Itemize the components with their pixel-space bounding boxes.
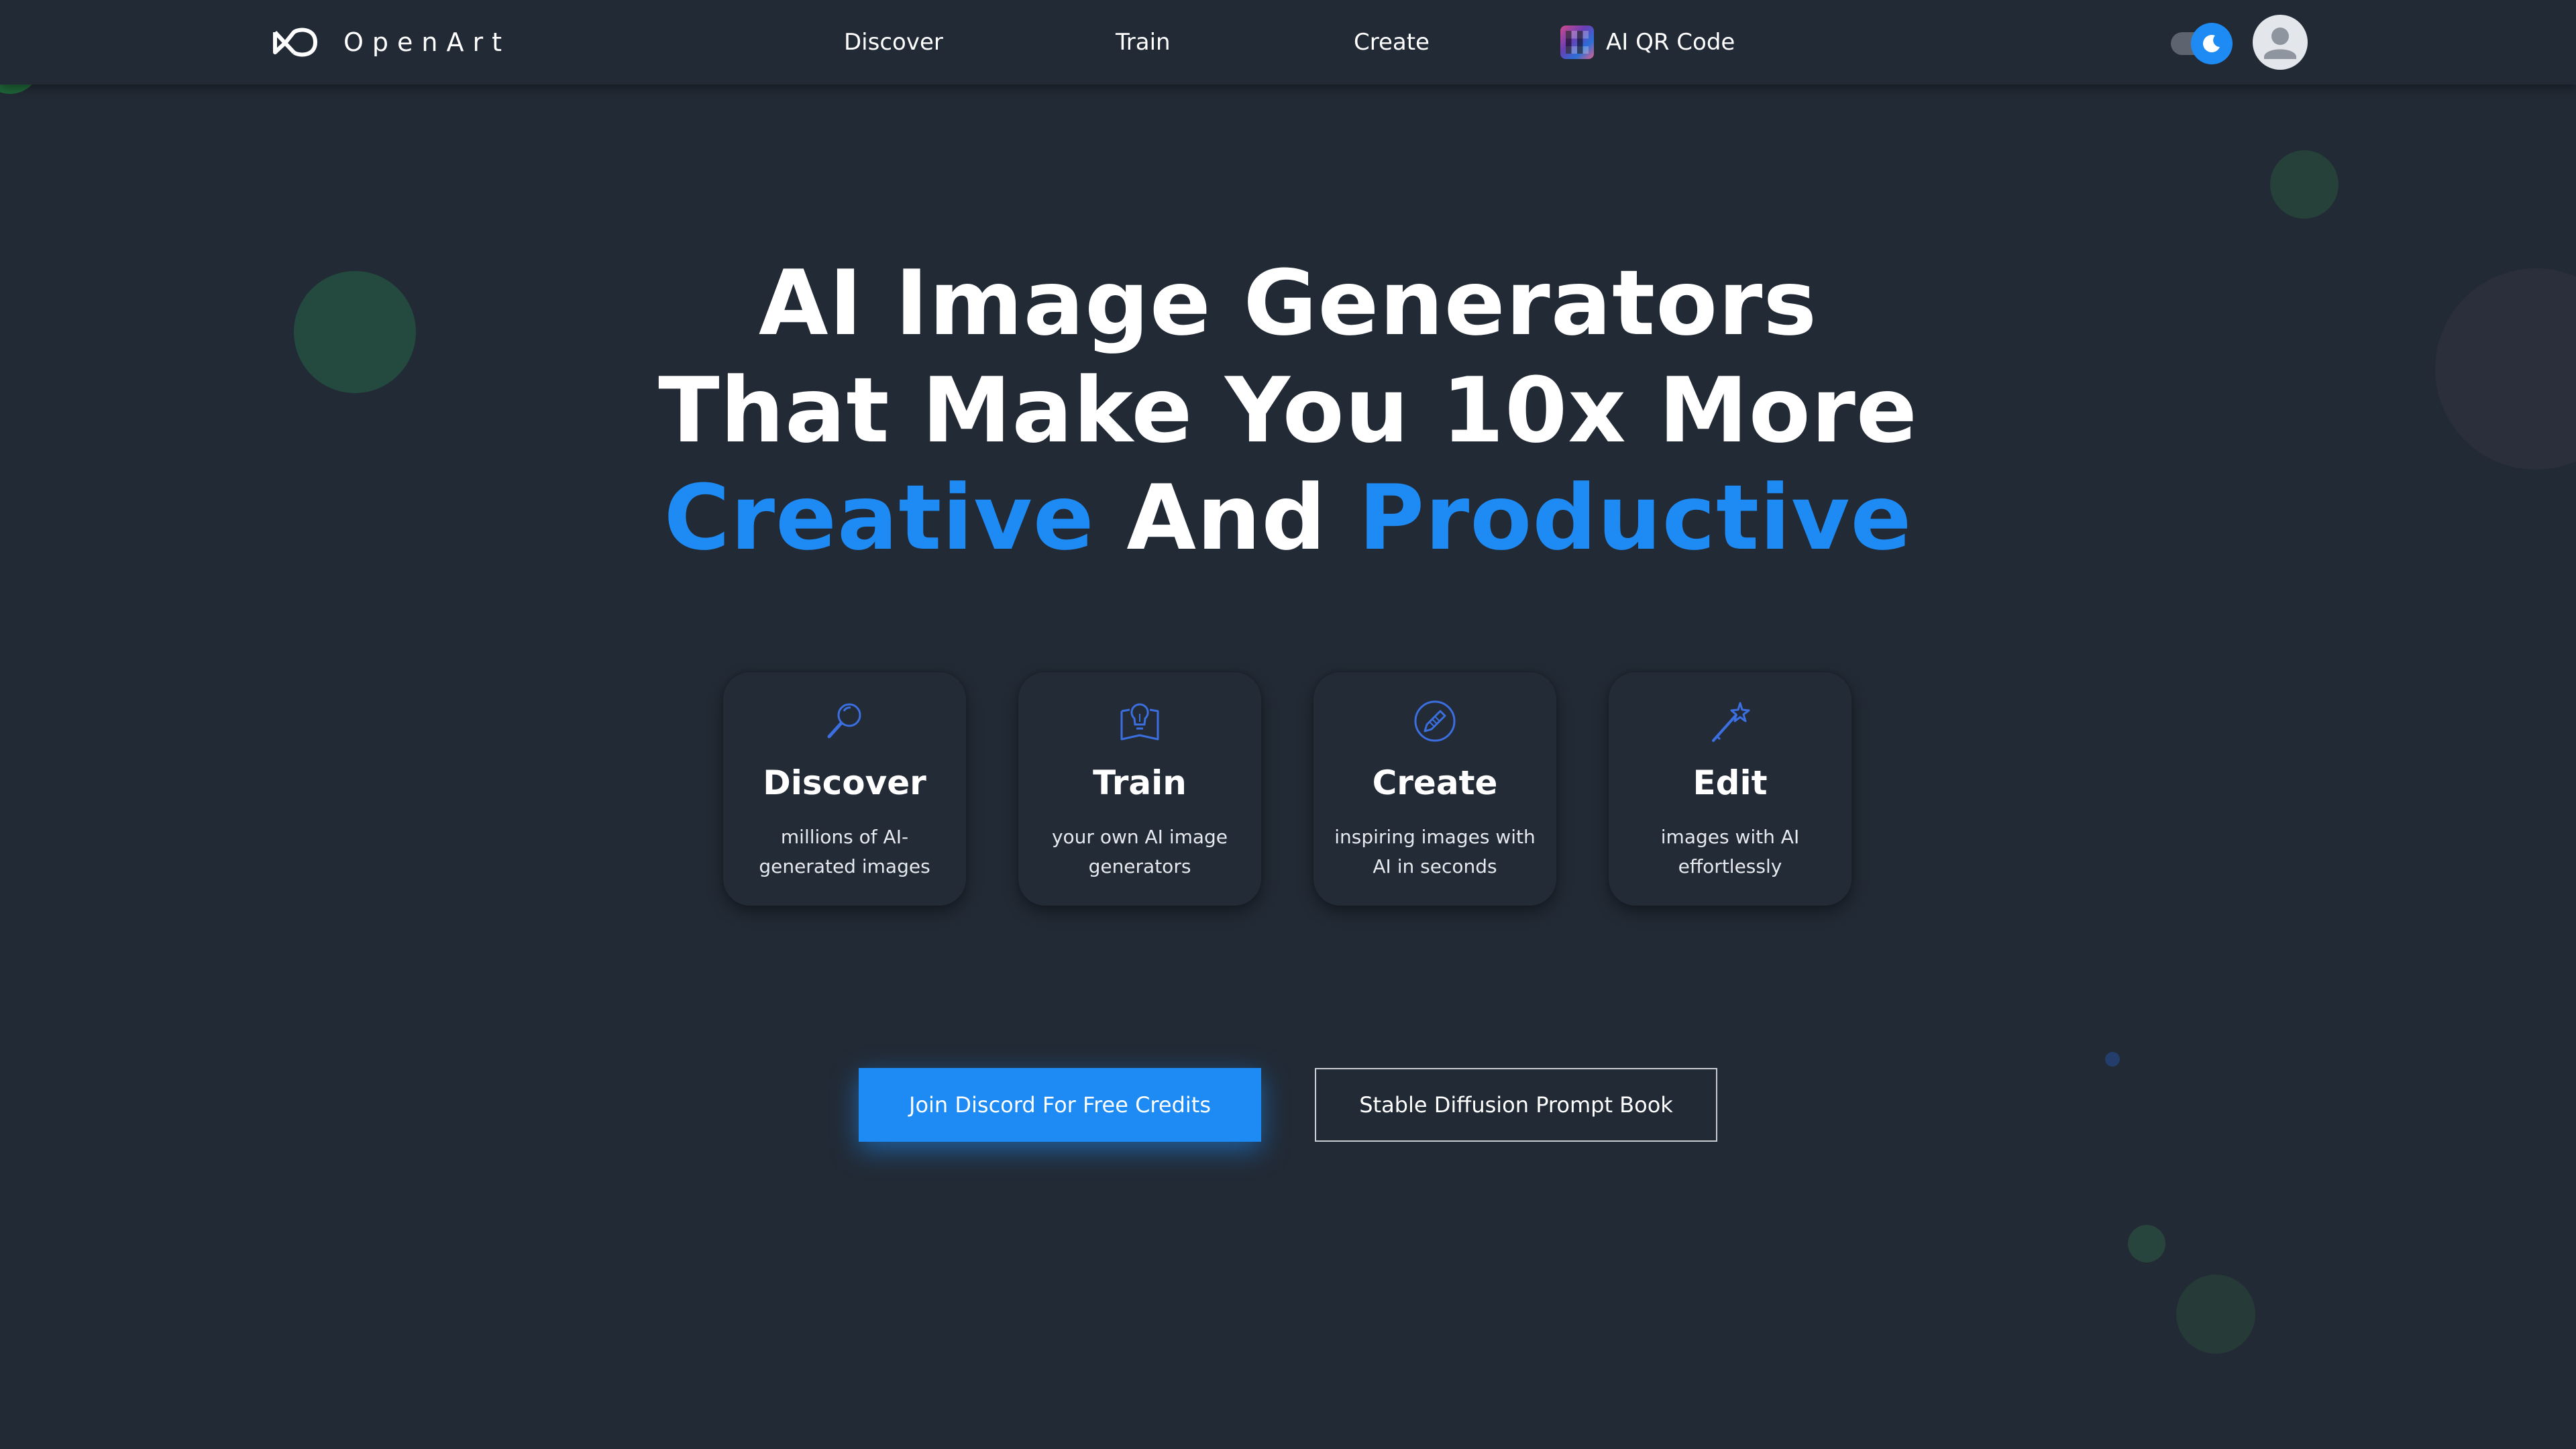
hero-word-creative: Creative: [663, 466, 1095, 570]
feature-card-edit[interactable]: Edit images with AI effortlessly: [1609, 672, 1851, 906]
magic-wand-icon: [1712, 702, 1750, 742]
feature-title: Edit: [1693, 763, 1768, 802]
feature-title: Discover: [763, 763, 926, 802]
hero-line-1: AI Image Generators: [758, 251, 1818, 356]
join-discord-button[interactable]: Join Discord For Free Credits: [859, 1068, 1261, 1142]
page: OpenArt Discover Train Create AI QR Code: [0, 0, 2576, 1449]
infinity-logo-icon: [273, 28, 317, 57]
hero-word-and: And: [1126, 466, 1327, 570]
toggle-knob: [2191, 23, 2233, 64]
feature-description: millions of AI-generated images: [759, 826, 930, 877]
nav-discover[interactable]: Discover: [844, 27, 943, 58]
feature-description: your own AI image generators: [1051, 826, 1228, 877]
hero-headline: AI Image Generators That Make You 10x Mo…: [0, 250, 2576, 572]
feature-card-create[interactable]: Create inspiring images with AI in secon…: [1313, 672, 1556, 906]
feature-title: Create: [1372, 763, 1498, 802]
nav-train[interactable]: Train: [1116, 27, 1171, 58]
magnifier-icon: [827, 703, 861, 739]
feature-description: inspiring images with AI in seconds: [1334, 826, 1536, 877]
qr-code-thumbnail-icon: [1560, 25, 1594, 59]
moon-icon: [2203, 35, 2220, 52]
nav-ai-qr-code[interactable]: AI QR Code: [1560, 25, 1735, 59]
decorative-bubble: [2176, 1275, 2255, 1354]
lightbulb-book-icon: [1120, 703, 1159, 741]
user-avatar[interactable]: [2253, 15, 2308, 70]
user-icon: [2264, 28, 2296, 59]
pencil-circle-icon: [1414, 700, 1456, 742]
brand-logo[interactable]: OpenArt: [271, 27, 511, 58]
feature-card-discover[interactable]: Discover millions of AI-generated images: [723, 672, 966, 906]
decorative-bubble: [2270, 150, 2339, 219]
feature-title: Train: [1093, 763, 1187, 802]
nav-ai-qr-code-label: AI QR Code: [1606, 29, 1735, 56]
decorative-bubble: [2105, 1052, 2120, 1067]
feature-description: images with AI effortlessly: [1660, 826, 1800, 877]
brand-name: OpenArt: [343, 28, 511, 57]
theme-toggle[interactable]: [2165, 20, 2233, 64]
hero-word-productive: Productive: [1358, 466, 1913, 570]
hero-line-2: That Make You 10x More: [658, 358, 1918, 463]
hero-line-3: Creative And Productive: [0, 464, 2576, 572]
feature-card-train[interactable]: Train your own AI image generators: [1018, 672, 1261, 906]
feature-cards: Discover millions of AI-generated images…: [723, 672, 1853, 907]
nav-create[interactable]: Create: [1354, 27, 1430, 58]
prompt-book-button[interactable]: Stable Diffusion Prompt Book: [1315, 1068, 1717, 1142]
decorative-bubble: [2128, 1225, 2165, 1263]
top-navbar: OpenArt Discover Train Create AI QR Code: [0, 0, 2576, 85]
